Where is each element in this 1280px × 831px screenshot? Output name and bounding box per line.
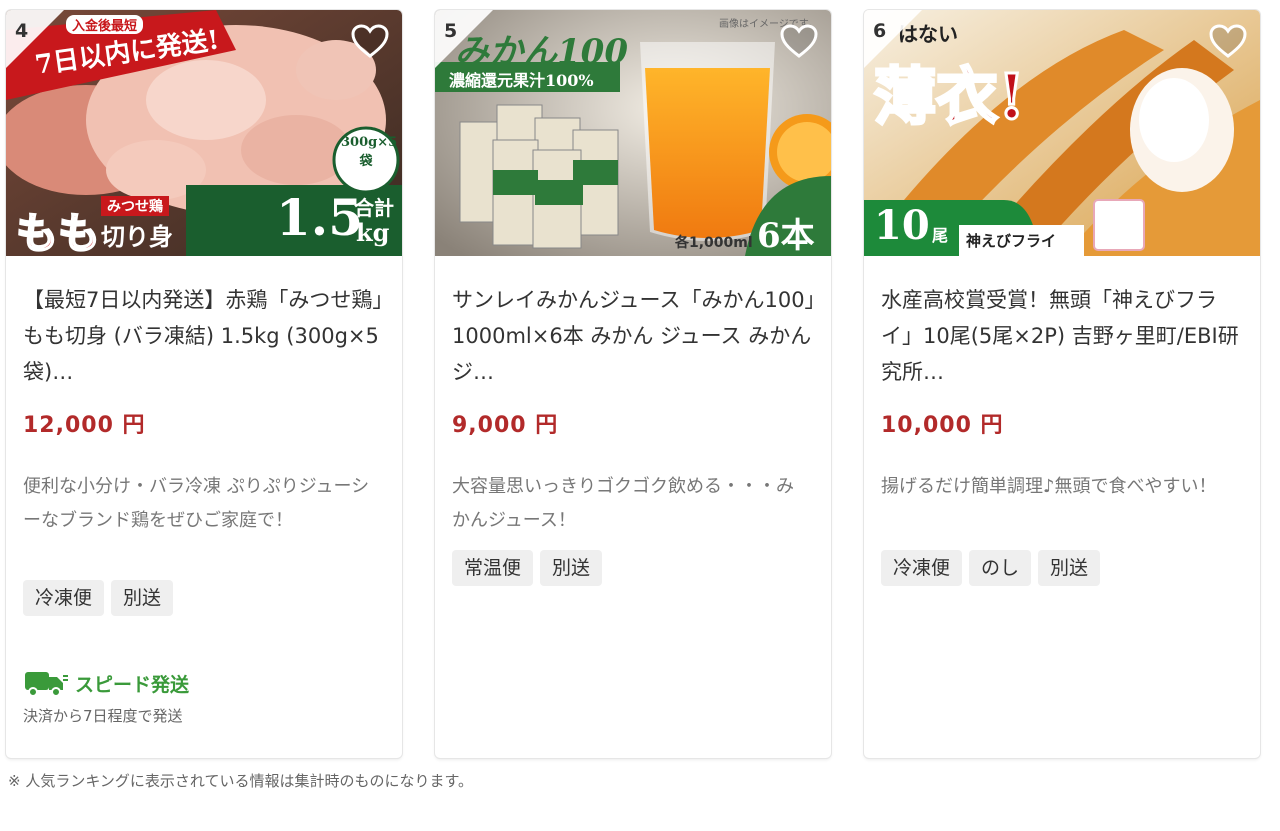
tag-list: 冷凍便 別送: [23, 580, 174, 616]
image-text: もも: [15, 208, 101, 256]
image-text: 6本: [757, 216, 815, 256]
tag-list: 常温便 別送: [452, 550, 603, 586]
heart-icon[interactable]: [1208, 22, 1248, 62]
product-price: 12,000 円: [23, 413, 146, 438]
product-description: 大容量思いっきりゴクゴク飲める・・・みかんジュース！: [452, 476, 794, 531]
tag: のし: [969, 550, 1032, 586]
truck-icon: [25, 672, 68, 697]
image-text: 各1,000ml: [675, 235, 753, 251]
heart-icon[interactable]: [779, 22, 819, 62]
rank-number: 5: [444, 20, 458, 42]
product-title[interactable]: 水産高校賞受賞！無頭「神えびフライ」10尾(5尾×2P) 吉野ヶ里町/EBI研究…: [881, 282, 1246, 390]
rank-number: 6: [873, 20, 887, 42]
product-image[interactable]: はない 薄衣! 10 尾 神えびフライ 6: [864, 10, 1260, 256]
tag-list: 冷凍便 のし 別送: [881, 550, 1101, 586]
image-text: 切り身: [101, 222, 173, 251]
ranking-footnote: ※ 人気ランキングに表示されている情報は集計時のものになります。: [8, 772, 473, 790]
product-price: 9,000 円: [452, 413, 559, 438]
product-title[interactable]: 【最短7日以内発送】赤鶏「みつせ鶏」もも切身 (バラ凍結) 1.5kg (300…: [23, 282, 388, 390]
tag: 常温便: [452, 550, 534, 586]
rank-number: 4: [15, 20, 29, 42]
image-text: 1.5: [276, 188, 363, 247]
ranking-grid: 入金後最短 7日以内に発送! 300g×5袋 1.5 合計 kg もも みつせ鶏…: [6, 10, 1260, 758]
tag: 冷凍便: [881, 550, 963, 586]
image-text: みつせ鶏: [101, 196, 169, 216]
product-description: 便利な小分け・バラ冷凍 ぷりぷりジューシーなブランド鶏をぜひご家庭で！: [23, 476, 370, 531]
tag: 冷凍便: [23, 580, 105, 616]
product-price: 10,000 円: [881, 413, 1004, 438]
tag: 別送: [540, 550, 603, 586]
speed-label: スピード発送: [75, 673, 190, 696]
product-description: 揚げるだけ簡単調理♪無頭で食べやすい！: [881, 476, 1217, 497]
product-card[interactable]: はない 薄衣! 10 尾 神えびフライ 6 水産高校賞受賞！無頭「神えびフライ」…: [864, 10, 1260, 758]
product-image[interactable]: 画像はイメージです。 みかん100 濃縮還元果汁100% 各1,000ml 6本…: [435, 10, 831, 256]
image-text: 濃縮還元果汁100%: [449, 71, 594, 90]
speed-shipping: スピード発送: [23, 668, 189, 698]
tag: 別送: [111, 580, 174, 616]
image-text: kg: [356, 218, 390, 247]
image-text: 神えびフライ: [966, 232, 1057, 250]
product-image[interactable]: 入金後最短 7日以内に発送! 300g×5袋 1.5 合計 kg もも みつせ鶏…: [6, 10, 402, 256]
image-text: 10: [874, 202, 930, 249]
speed-note: 決済から7日程度で発送: [23, 707, 183, 725]
image-text: 合計: [354, 196, 394, 220]
product-title[interactable]: サンレイみかんジュース「みかん100」1000ml×6本 みかん ジュース みか…: [452, 282, 817, 390]
product-card[interactable]: 画像はイメージです。 みかん100 濃縮還元果汁100% 各1,000ml 6本…: [435, 10, 831, 758]
image-text: 尾: [932, 226, 949, 245]
tag: 別送: [1038, 550, 1101, 586]
heart-icon[interactable]: [350, 22, 390, 62]
image-text: 300g×5袋: [341, 135, 398, 169]
product-card[interactable]: 入金後最短 7日以内に発送! 300g×5袋 1.5 合計 kg もも みつせ鶏…: [6, 10, 402, 758]
